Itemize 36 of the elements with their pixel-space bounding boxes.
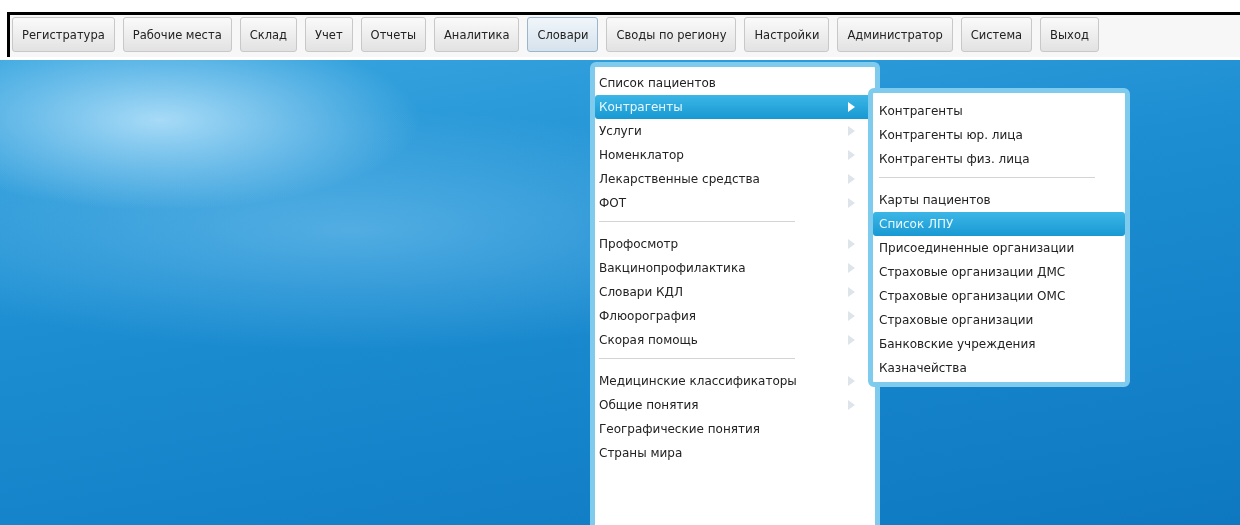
menu-item[interactable]: Страховые организации <box>873 308 1125 332</box>
menu-item[interactable]: Присоединенные организации <box>873 236 1125 260</box>
menu-item[interactable]: Профосмотр <box>595 232 875 256</box>
menu-item[interactable]: Медицинские классификаторы <box>595 369 875 393</box>
menu-item[interactable]: ФОТ <box>595 191 875 215</box>
menu-item[interactable]: Список пациентов <box>595 71 875 95</box>
menu-item[interactable]: Общие понятия <box>595 393 875 417</box>
menu-bar-button[interactable]: Своды по региону <box>606 17 737 52</box>
menu-bar-button[interactable]: Регистратура <box>12 17 115 52</box>
menu-bar-button[interactable]: Аналитика <box>434 17 520 52</box>
menu-item[interactable]: Географические понятия <box>595 417 875 441</box>
menu-item[interactable]: Скорая помощь <box>595 328 875 352</box>
menu-bar-button[interactable]: Склад <box>239 17 297 52</box>
menu-item[interactable]: Флюорография <box>595 304 875 328</box>
menu-item[interactable]: Карты пациентов <box>873 188 1125 212</box>
menu-item[interactable]: Лекарственные средства <box>595 167 875 191</box>
menu-bar-button[interactable]: Рабочие места <box>122 17 232 52</box>
menu-bar-button[interactable]: Выход <box>1040 17 1099 52</box>
menu-bar-button[interactable]: Система <box>960 17 1033 52</box>
menu-bar-button[interactable]: Отчеты <box>360 17 426 52</box>
menu-bar-button[interactable]: Учет <box>305 17 353 52</box>
menu-item[interactable]: Казначейства <box>873 356 1125 380</box>
menu-item[interactable]: Контрагенты <box>873 99 1125 123</box>
menu-item[interactable]: Услуги <box>595 119 875 143</box>
menu-item[interactable]: Контрагенты юр. лица <box>873 123 1125 147</box>
menu-item[interactable]: Словари КДЛ <box>595 280 875 304</box>
menu-item[interactable]: Контрагенты физ. лица <box>873 147 1125 171</box>
menu-item[interactable]: Страховые организации ОМС <box>873 284 1125 308</box>
menu-item[interactable]: Вакцинопрофилактика <box>595 256 875 280</box>
menu-item[interactable]: Страны мира <box>595 441 875 465</box>
menu-item[interactable]: Номенклатор <box>595 143 875 167</box>
menu-bar-button[interactable]: Настройки <box>744 17 830 52</box>
menu-item[interactable]: Банковские учреждения <box>873 332 1125 356</box>
menu-item[interactable]: Страховые организации ДМС <box>873 260 1125 284</box>
menu-bar-button[interactable]: Администратор <box>837 17 953 52</box>
menu-bar-button[interactable]: Словари <box>527 17 599 52</box>
